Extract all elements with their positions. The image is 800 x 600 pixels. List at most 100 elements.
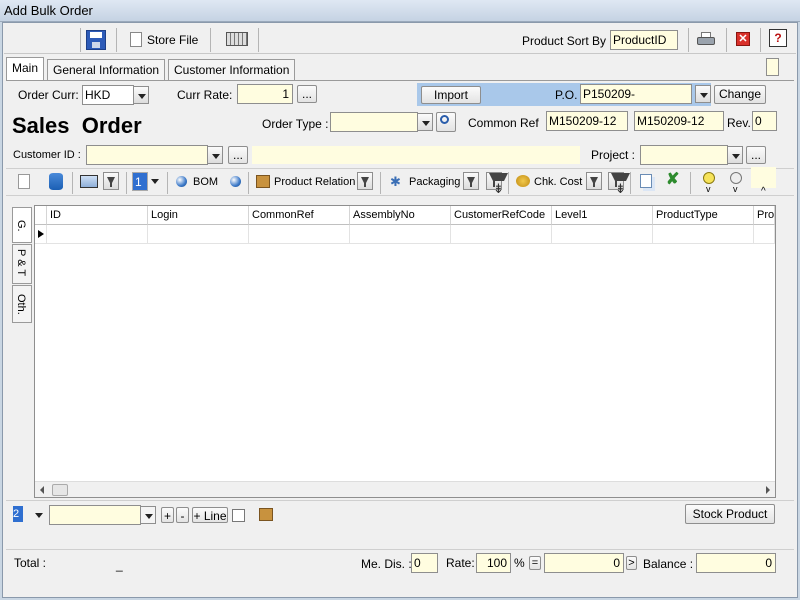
product-sort-by-field[interactable]: ProductID — [610, 30, 678, 50]
scroll-left-icon[interactable] — [40, 486, 44, 494]
line-checkbox[interactable] — [232, 509, 245, 522]
help-icon[interactable]: ? — [769, 29, 787, 47]
copy-icon[interactable] — [640, 174, 652, 188]
packaging-button[interactable]: Packaging — [409, 176, 460, 188]
amount-field[interactable]: 0 — [544, 553, 624, 573]
add-button[interactable]: + — [161, 507, 174, 523]
arrow-button[interactable]: > — [626, 556, 637, 570]
scrollbar-thumb[interactable] — [52, 484, 68, 496]
scroll-right-icon[interactable] — [766, 486, 770, 494]
table-cell[interactable] — [148, 225, 249, 244]
bulb-v-label-1: v — [706, 184, 711, 194]
screen-icon[interactable] — [80, 175, 98, 188]
remove-icon[interactable]: ✘ — [666, 172, 682, 188]
import-button[interactable]: Import — [421, 86, 481, 104]
database-icon[interactable] — [49, 173, 63, 190]
delete-icon[interactable]: ✕ — [736, 32, 750, 46]
curr-rate-field[interactable]: 1 — [237, 84, 293, 104]
common-ref-field-1[interactable]: M150209-12 — [546, 111, 628, 131]
bom-button[interactable]: BOM — [193, 176, 218, 188]
new-line-icon[interactable] — [18, 174, 30, 189]
order-type-dropdown[interactable] — [417, 113, 433, 131]
line-select-arrow-icon[interactable] — [151, 179, 159, 184]
bulb-off-icon[interactable] — [730, 172, 742, 184]
project-dropdown[interactable] — [727, 146, 743, 164]
column-header-assemblyno[interactable]: AssemblyNo — [350, 206, 451, 225]
side-tab-general[interactable]: G. — [12, 207, 32, 243]
tab-main[interactable]: Main — [6, 57, 45, 81]
store-file-button[interactable]: Store File — [126, 30, 206, 50]
table-cell[interactable] — [47, 225, 148, 244]
packaging-double-filter-icon[interactable] — [486, 172, 508, 197]
note-field[interactable] — [766, 58, 779, 76]
table-cell[interactable] — [350, 225, 451, 244]
order-lines-grid[interactable]: ID Login CommonRef AssemblyNo CustomerRe… — [34, 205, 776, 498]
column-header-proc[interactable]: Proc — [754, 206, 775, 225]
keyboard-icon[interactable] — [226, 32, 248, 46]
customer-id-dropdown[interactable] — [207, 146, 223, 164]
rate-field[interactable]: 100 — [476, 553, 511, 573]
row-header[interactable] — [35, 225, 47, 244]
table-cell[interactable] — [754, 225, 775, 244]
toolbar-note-field[interactable] — [751, 167, 776, 188]
order-type-search-button[interactable] — [436, 112, 456, 132]
line-select[interactable]: 1 — [132, 172, 148, 191]
tab-general-information[interactable]: General Information — [47, 59, 166, 81]
product-relation-button[interactable]: Product Relation — [274, 176, 355, 188]
me-dis-field[interactable]: 0 — [411, 553, 438, 573]
toolbar-separator — [248, 172, 249, 194]
page-select[interactable]: 2 — [13, 506, 23, 522]
customer-id-ellipsis-button[interactable]: ... — [228, 146, 248, 164]
tab-customer-information[interactable]: Customer Information — [168, 59, 296, 81]
filter-icon[interactable] — [103, 172, 119, 190]
chk-cost-filter-icon[interactable] — [586, 172, 602, 190]
po-field[interactable]: P150209- — [580, 84, 692, 104]
order-curr-select[interactable]: HKD — [82, 85, 134, 105]
product-sort-by-label: Product Sort By — [522, 34, 607, 48]
chk-cost-button[interactable]: Chk. Cost — [534, 176, 582, 188]
column-header-producttype[interactable]: ProductType — [653, 206, 754, 225]
balance-field[interactable]: 0 — [696, 553, 776, 573]
column-header-customerrefcode[interactable]: CustomerRefCode — [451, 206, 552, 225]
side-tab-other[interactable]: Oth. — [12, 285, 32, 323]
side-tab-pt[interactable]: P & T — [12, 244, 32, 284]
product-relation-filter-icon[interactable] — [357, 172, 373, 190]
common-ref-field-2[interactable]: M150209-12 — [634, 111, 724, 131]
customer-id-select[interactable] — [86, 145, 208, 165]
table-cell[interactable] — [249, 225, 350, 244]
chk-cost-double-filter-icon[interactable] — [608, 172, 630, 197]
line-code-dropdown[interactable] — [140, 506, 156, 524]
page-select-arrow-icon[interactable] — [35, 513, 43, 518]
equals-button[interactable]: = — [529, 556, 541, 570]
line-code-select[interactable] — [49, 505, 141, 525]
package-icon[interactable] — [259, 508, 273, 521]
order-curr-label: Order Curr: — [18, 88, 79, 102]
change-button[interactable]: Change — [714, 85, 766, 104]
packaging-filter-icon[interactable] — [463, 172, 479, 190]
add-line-button[interactable]: + Line — [192, 507, 228, 523]
column-header-commonref[interactable]: CommonRef — [249, 206, 350, 225]
curr-rate-ellipsis-button[interactable]: ... — [297, 85, 317, 103]
horizontal-scrollbar[interactable] — [35, 481, 775, 497]
project-select[interactable] — [640, 145, 728, 165]
toolbar-separator — [688, 28, 689, 52]
table-cell[interactable] — [552, 225, 653, 244]
po-dropdown[interactable] — [695, 85, 711, 103]
column-header-id[interactable]: ID — [47, 206, 148, 225]
globe-icon[interactable] — [230, 176, 241, 187]
bulb-icon[interactable] — [703, 172, 715, 184]
column-header-level1[interactable]: Level1 — [552, 206, 653, 225]
table-cell[interactable] — [653, 225, 754, 244]
project-ellipsis-button[interactable]: ... — [746, 146, 766, 164]
save-icon[interactable] — [86, 30, 106, 50]
toolbar-separator — [72, 172, 73, 194]
tab-divider — [6, 80, 794, 81]
column-header-login[interactable]: Login — [148, 206, 249, 225]
stock-product-button[interactable]: Stock Product — [685, 504, 775, 524]
table-cell[interactable] — [451, 225, 552, 244]
subtract-button[interactable]: - — [176, 507, 189, 523]
order-type-select[interactable] — [330, 112, 418, 132]
rev-field[interactable]: 0 — [752, 111, 777, 131]
order-curr-dropdown[interactable] — [133, 86, 149, 104]
printer-icon[interactable] — [697, 32, 715, 46]
